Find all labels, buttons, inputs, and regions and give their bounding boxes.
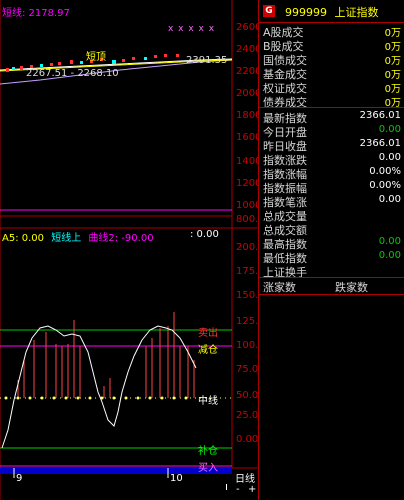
scroll-markers: [226, 484, 233, 490]
stat-row: 总成交量: [259, 208, 404, 223]
short-line-label: 短线: 2178.97: [2, 8, 70, 19]
ma-value-label: 2267.51 - 2268.10: [26, 68, 119, 79]
stat-row: 指数涨跌 0.00: [259, 152, 404, 167]
stat-value: 0.00%: [369, 166, 401, 177]
volume-value: 0万: [384, 84, 401, 95]
stat-value: 0.00: [378, 236, 401, 247]
stat-value: 0.00: [378, 250, 401, 261]
g-badge-icon[interactable]: G: [263, 5, 275, 17]
volume-row: 国债成交 0万: [259, 52, 404, 67]
y-axis-top-label: 1600: [236, 132, 262, 143]
add-zone-label: 补仓: [198, 446, 218, 457]
volume-row: A股成交 0万: [259, 24, 404, 39]
quote-panel: G 999999 上证指数 A股成交 0万 B股成交 0万 国债成交 0万 基金成交 0万 权证…: [258, 0, 404, 500]
stat-value: 2366.01: [359, 110, 401, 121]
y-axis-top-label: 1200: [236, 178, 262, 189]
volume-value: 0万: [384, 28, 401, 39]
y-axis-bottom-label: 125.0: [236, 316, 265, 327]
stat-row: 最高指数 0.00: [259, 236, 404, 251]
x-tick-10: 10: [170, 473, 183, 484]
up-count-label: 涨家数: [263, 281, 296, 294]
stat-row: 指数笔涨 0.00: [259, 194, 404, 209]
y-axis-bottom-label: 25.00: [236, 410, 265, 421]
y-axis-top-label: 1000: [236, 200, 262, 211]
short-up-label: 短线上: [51, 233, 82, 244]
y-axis-bottom-label: 100.0: [236, 340, 265, 351]
stat-row: 今日开盘 0.00: [259, 124, 404, 139]
volume-value: 0万: [384, 42, 401, 53]
a5-label: A5: 0.00: [2, 233, 45, 244]
down-count-label: 跌家数: [335, 281, 368, 294]
stat-value: 0.00: [378, 194, 401, 205]
volume-value: 0万: [384, 70, 401, 81]
y-axis-bottom-label: 75.00: [236, 364, 265, 375]
stat-row: 总成交额: [259, 222, 404, 237]
indicator-value-right: : 0.00: [190, 229, 219, 240]
y-axis-top-label: 1400: [236, 156, 262, 167]
oscillator-curve: [1, 325, 197, 449]
y-axis-top-label: 2600: [236, 22, 262, 33]
short-top-annotation: 短顶: [86, 52, 106, 63]
y-axis-top-label: 2400: [236, 44, 262, 55]
stat-row: 昨日收盘 2366.01: [259, 138, 404, 153]
curve2-label: 曲线2: -90.00: [88, 233, 154, 244]
period-selector[interactable]: 日线: [232, 470, 258, 485]
stat-row: 最新指数 2366.01: [259, 110, 404, 125]
y-axis-bottom-label: 150.0: [236, 290, 265, 301]
reduce-zone-label: 减仓: [198, 345, 218, 356]
stat-value: 0.00%: [369, 180, 401, 191]
stat-value: 0.00: [378, 152, 401, 163]
y-axis-bottom-label: 200.0: [236, 242, 265, 253]
stat-row: 指数涨幅 0.00%: [259, 166, 404, 181]
index-code: 999999: [285, 6, 327, 19]
stat-value: 0.00: [378, 124, 401, 135]
volume-row: B股成交 0万: [259, 38, 404, 53]
volume-row: 基金成交 0万: [259, 66, 404, 81]
x-tick-9: 9: [16, 473, 23, 484]
buy-zone-label: 买入: [198, 463, 218, 474]
y-axis-bottom-label: 0.00: [236, 434, 259, 445]
y-axis-top-label: 2200: [236, 66, 262, 77]
mid-zone-label: 中线: [198, 396, 218, 407]
volume-row: 权证成交 0万: [259, 80, 404, 95]
zoom-in-button[interactable]: +: [248, 484, 256, 495]
signal-markers: x x x x x: [168, 24, 216, 34]
sell-zone-label: 卖出: [198, 328, 218, 339]
y-axis-top-label: 2000: [236, 88, 262, 99]
y-axis-top-label: 1800: [236, 110, 262, 121]
stat-row: 指数振幅 0.00%: [259, 180, 404, 195]
volume-row: 债券成交 0万: [259, 94, 404, 109]
volume-value: 0万: [384, 56, 401, 67]
stat-value: 2366.01: [359, 138, 401, 149]
index-title: 999999 上证指数: [285, 4, 379, 20]
y-axis-bottom-label: 50.00: [236, 390, 265, 401]
stat-row: 最低指数 0.00: [259, 250, 404, 265]
stat-row: 上证换手: [259, 264, 404, 279]
y-axis-bottom-label: 175.0: [236, 266, 265, 277]
y-axis-top-label: 800.0: [236, 214, 265, 225]
panel-header: G 999999 上证指数: [259, 0, 404, 23]
index-name: 上证指数: [334, 6, 379, 19]
indicator-header: A5: 0.00 短线上 曲线2: -90.00: [2, 229, 154, 244]
price-tag: 2391.35: [186, 55, 228, 66]
zoom-out-button[interactable]: -: [236, 484, 240, 495]
indicator-bars: [17, 312, 195, 398]
